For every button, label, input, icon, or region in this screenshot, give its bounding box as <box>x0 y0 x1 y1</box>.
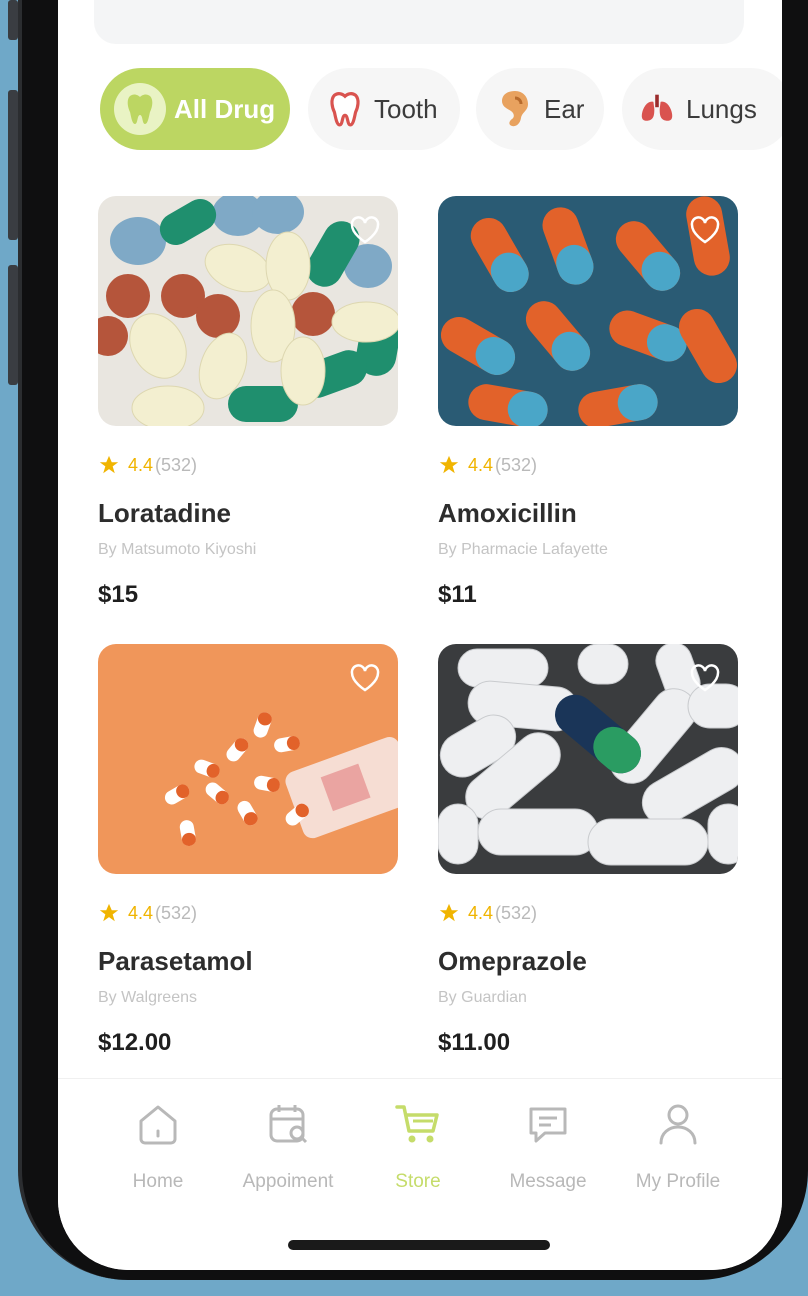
nav-profile[interactable]: My Profile <box>608 1099 748 1193</box>
category-lungs[interactable]: Lungs <box>622 68 782 150</box>
nav-label: Store <box>395 1171 441 1192</box>
message-icon <box>529 1107 567 1143</box>
category-tooth[interactable]: Tooth <box>308 68 460 150</box>
lungs-icon <box>640 89 674 129</box>
rating-value: 4.4 <box>128 902 154 923</box>
category-ear[interactable]: Ear <box>476 68 604 150</box>
product-price: $11 <box>438 581 477 608</box>
rating-value: 4.4 <box>468 454 494 475</box>
star-icon <box>99 455 119 474</box>
ear-icon <box>498 89 532 129</box>
product-price: $15 <box>98 581 139 608</box>
rating: 4.4 (532) <box>438 454 738 476</box>
product-name: Parasetamol <box>98 946 253 976</box>
phone-side-button <box>8 0 18 40</box>
product-price: $11.00 <box>438 1029 511 1056</box>
category-label: Tooth <box>374 93 438 124</box>
star-icon <box>99 903 119 922</box>
nav-label: My Profile <box>635 1171 721 1192</box>
product-image <box>438 196 738 426</box>
product-name: Amoxicillin <box>438 498 577 528</box>
product-card[interactable]: 4.4 (532) Parasetamol By Walgreens $12.0… <box>98 644 398 1057</box>
rating: 4.4 (532) <box>98 902 398 924</box>
tooth-icon <box>114 83 166 135</box>
product-seller: By Walgreens <box>98 989 197 1006</box>
heart-icon[interactable] <box>350 664 380 692</box>
search-bar[interactable] <box>94 0 744 44</box>
product-card[interactable]: 4.4 (532) Omeprazole By Guardian $11.00 <box>438 644 738 1057</box>
star-icon <box>439 903 459 922</box>
product-seller: By Pharmacie Lafayette <box>438 541 608 558</box>
nav-message[interactable]: Message <box>478 1099 618 1193</box>
product-image <box>98 196 398 426</box>
tooth-icon <box>328 89 362 129</box>
product-card[interactable]: 4.4 (532) Loratadine By Matsumoto Kiyosh… <box>98 196 398 609</box>
nav-store[interactable]: Store <box>348 1099 488 1193</box>
nav-label: Message <box>509 1171 587 1192</box>
nav-label: Appoiment <box>242 1171 334 1192</box>
product-name: Omeprazole <box>438 946 587 976</box>
product-card[interactable]: 4.4 (532) Amoxicillin By Pharmacie Lafay… <box>438 196 738 609</box>
nav-appointment[interactable]: Appoiment <box>218 1099 358 1193</box>
star-icon <box>439 455 459 474</box>
heart-icon[interactable] <box>690 216 720 244</box>
nav-label: Home <box>132 1171 184 1192</box>
product-price: $12.00 <box>98 1029 172 1056</box>
product-name: Loratadine <box>98 498 231 528</box>
phone-volume-button <box>8 265 18 385</box>
category-label: Ear <box>544 93 585 124</box>
cart-icon <box>395 1105 439 1143</box>
rating: 4.4 (532) <box>98 454 398 476</box>
rating-count: (532) <box>155 454 198 475</box>
rating-value: 4.4 <box>128 454 154 475</box>
rating-count: (532) <box>495 454 538 475</box>
category-bar: All Drug Tooth Ear Lungs <box>100 68 782 152</box>
calendar-icon <box>269 1105 308 1144</box>
home-icon <box>139 1105 177 1145</box>
rating-count: (532) <box>155 902 198 923</box>
profile-icon <box>659 1104 697 1145</box>
product-image <box>98 644 398 874</box>
app-screen: All Drug Tooth Ear Lungs 4.4 (532) Lorat… <box>58 0 782 1270</box>
category-all-drug[interactable]: All Drug <box>100 68 290 150</box>
home-indicator[interactable] <box>288 1240 550 1250</box>
category-label: All Drug <box>174 93 276 124</box>
heart-icon[interactable] <box>690 664 720 692</box>
product-seller: By Guardian <box>438 989 527 1006</box>
rating-count: (532) <box>495 902 538 923</box>
search-icon <box>136 0 176 2</box>
heart-icon[interactable] <box>350 216 380 244</box>
nav-home[interactable]: Home <box>88 1099 228 1193</box>
product-image <box>438 644 738 874</box>
phone-volume-button <box>8 90 18 240</box>
product-seller: By Matsumoto Kiyoshi <box>98 541 257 558</box>
rating-value: 4.4 <box>468 902 494 923</box>
category-label: Lungs <box>686 93 757 124</box>
rating: 4.4 (532) <box>438 902 738 924</box>
